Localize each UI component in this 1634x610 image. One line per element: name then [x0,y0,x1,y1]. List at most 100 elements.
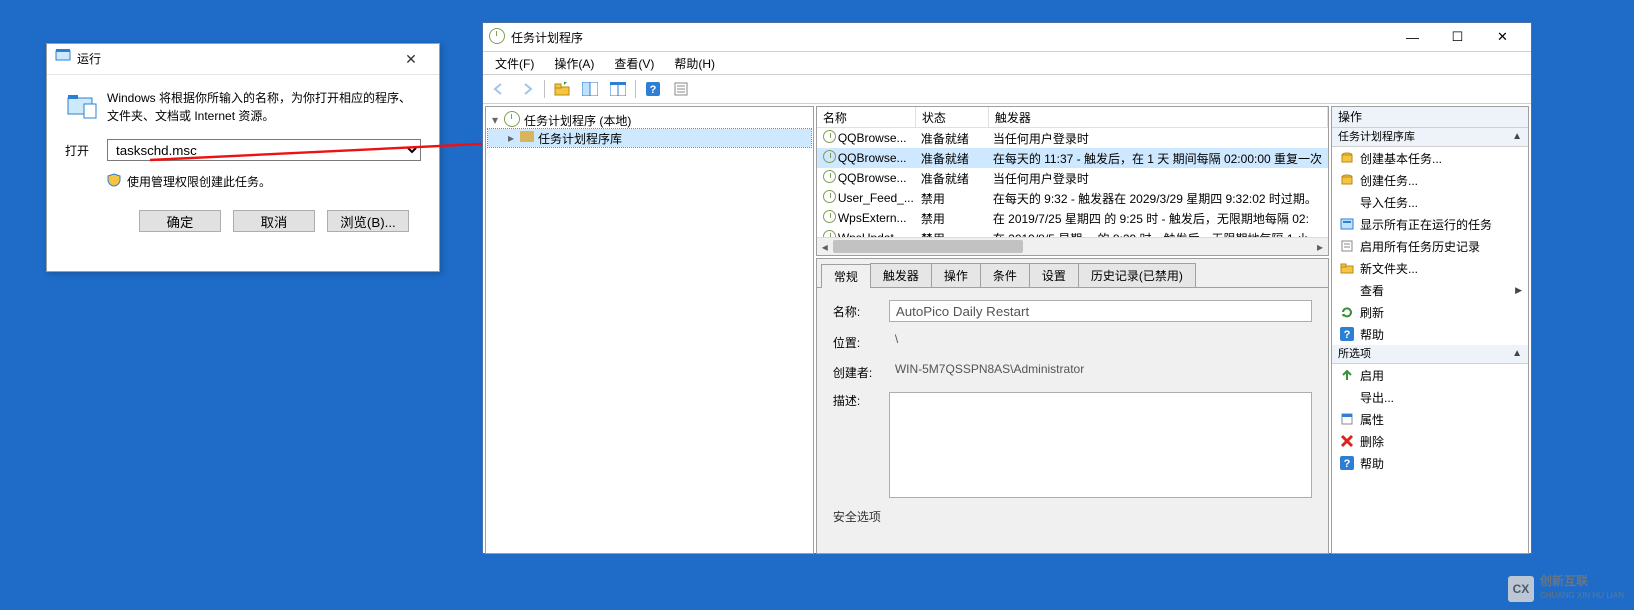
task-clock-icon [823,190,836,206]
table-row[interactable]: QQBrowse...准备就绪当任何用户登录时 [817,128,1328,148]
horizontal-scrollbar[interactable]: ◂ ▸ [817,237,1328,255]
svg-text:?: ? [650,84,657,96]
minimize-button[interactable]: — [1390,24,1435,50]
menu-action[interactable]: 操作(A) [546,53,602,74]
shield-icon [107,173,121,190]
actions-section-selected[interactable]: 所选项▲ [1332,345,1528,364]
toolbar: ? [483,75,1531,104]
menu-bar[interactable]: 文件(F) 操作(A) 查看(V) 帮助(H) [483,52,1531,75]
up-level-icon[interactable] [549,77,575,101]
tab-0[interactable]: 常规 [821,264,871,288]
cancel-button[interactable]: 取消 [233,210,315,232]
run-description: Windows 将根据你所输入的名称，为你打开相应的程序、文件夹、文档或 Int… [107,89,421,125]
panel-layout-1-icon[interactable] [577,77,603,101]
scroll-thumb[interactable] [833,240,1023,253]
collapse-icon[interactable]: ▾ [492,113,504,127]
folder-icon [1338,261,1356,275]
action-item[interactable]: 刷新 [1332,301,1528,323]
tab-5[interactable]: 历史记录(已禁用) [1078,263,1196,287]
table-row[interactable]: WpsUpdat...禁用在 2019/8/5 星期一 的 8:29 时，触发后… [817,228,1328,237]
action-item[interactable]: 启用所有任务历史记录 [1332,235,1528,257]
action-item[interactable]: 显示所有正在运行的任务 [1332,213,1528,235]
back-button[interactable] [486,77,512,101]
task-detail-pane: 常规触发器操作条件设置历史记录(已禁用) 名称: 位置: \ 创建者: WIN [816,258,1329,554]
forward-button[interactable] [514,77,540,101]
col-trigger[interactable]: 触发器 [989,107,1328,127]
run-icon [1338,217,1356,231]
tab-1[interactable]: 触发器 [870,263,932,287]
menu-view[interactable]: 查看(V) [606,53,662,74]
db-icon [1338,173,1356,187]
scroll-right-icon[interactable]: ▸ [1312,238,1328,255]
table-row[interactable]: User_Feed_...禁用在每天的 9:32 - 触发器在 2029/3/2… [817,188,1328,208]
svg-text:?: ? [1344,329,1351,341]
run-open-label: 打开 [65,142,107,159]
menu-file[interactable]: 文件(F) [487,53,542,74]
detail-desc-input[interactable] [889,392,1312,498]
menu-help[interactable]: 帮助(H) [666,53,723,74]
actions-section-library[interactable]: 任务计划程序库▲ [1332,128,1528,147]
run-open-input[interactable]: taskschd.msc [107,139,421,161]
task-clock-icon [823,230,836,237]
action-item[interactable]: 创建任务... [1332,169,1528,191]
action-item[interactable]: 导出... [1332,386,1528,408]
scroll-left-icon[interactable]: ◂ [817,238,833,255]
help-icon: ? [1338,327,1356,341]
detail-creator-label: 创建者: [833,364,889,381]
maximize-button[interactable]: ☐ [1435,24,1480,50]
col-status[interactable]: 状态 [916,107,989,127]
tree-root[interactable]: ▾ 任务计划程序 (本地) [488,111,811,129]
action-item[interactable]: 启用 [1332,364,1528,386]
tree-library-label: 任务计划程序库 [538,130,622,147]
close-button[interactable]: ✕ [1480,24,1525,50]
svg-text:?: ? [1344,458,1351,470]
task-list: 名称 状态 触发器 QQBrowse...准备就绪当任何用户登录时QQBrows… [816,106,1329,256]
detail-name-label: 名称: [833,303,889,320]
action-item[interactable]: 删除 [1332,430,1528,452]
window-titlebar[interactable]: 任务计划程序 — ☐ ✕ [483,23,1531,52]
tab-4[interactable]: 设置 [1029,263,1079,287]
ok-button[interactable]: 确定 [139,210,221,232]
task-clock-icon [823,170,836,186]
tree-root-label: 任务计划程序 (本地) [524,112,631,129]
table-row[interactable]: WpsExtern...禁用在 2019/7/25 星期四 的 9:25 时 -… [817,208,1328,228]
action-item[interactable]: ?帮助 [1332,323,1528,345]
tree-library[interactable]: ▸ 任务计划程序库 [488,129,811,147]
toolbar-separator [635,80,636,98]
task-scheduler-window: 任务计划程序 — ☐ ✕ 文件(F) 操作(A) 查看(V) 帮助(H) ? [482,22,1532,554]
toolbar-separator [544,80,545,98]
action-item[interactable]: 属性 [1332,408,1528,430]
tab-2[interactable]: 操作 [931,263,981,287]
run-titlebar[interactable]: 运行 ✕ [47,44,439,75]
clock-icon [489,28,505,47]
detail-desc-label: 描述: [833,392,889,409]
tab-3[interactable]: 条件 [980,263,1030,287]
panel-layout-2-icon[interactable] [605,77,631,101]
hist-icon [1338,239,1356,253]
nav-tree: ▾ 任务计划程序 (本地) ▸ 任务计划程序库 [485,106,814,554]
help-icon: ? [1338,456,1356,470]
browse-button[interactable]: 浏览(B)... [327,210,409,232]
col-name[interactable]: 名称 [817,107,916,127]
close-icon[interactable]: ✕ [391,44,431,74]
run-title-text: 运行 [77,44,101,74]
help-icon[interactable]: ? [640,77,666,101]
action-item[interactable]: 新文件夹... [1332,257,1528,279]
run-folder-icon [65,89,99,123]
detail-name-input[interactable] [889,300,1312,322]
filter-icon[interactable] [668,77,694,101]
run-app-icon [55,44,71,74]
detail-location-value: \ [889,332,1312,352]
detail-creator-value: WIN-5M7QSSPN8AS\Administrator [889,362,1312,382]
action-item[interactable]: ?帮助 [1332,452,1528,474]
table-row[interactable]: QQBrowse...准备就绪当任何用户登录时 [817,168,1328,188]
table-row[interactable]: QQBrowse...准备就绪在每天的 11:37 - 触发后，在 1 天 期间… [817,148,1328,168]
action-item[interactable]: 导入任务... [1332,191,1528,213]
expand-icon[interactable]: ▸ [508,131,520,145]
enable-icon [1338,368,1356,382]
run-admin-note: 使用管理权限创建此任务。 [127,173,271,190]
task-clock-icon [823,210,836,226]
action-item[interactable]: 创建基本任务... [1332,147,1528,169]
action-item[interactable]: 查看▶ [1332,279,1528,301]
detail-location-label: 位置: [833,334,889,351]
